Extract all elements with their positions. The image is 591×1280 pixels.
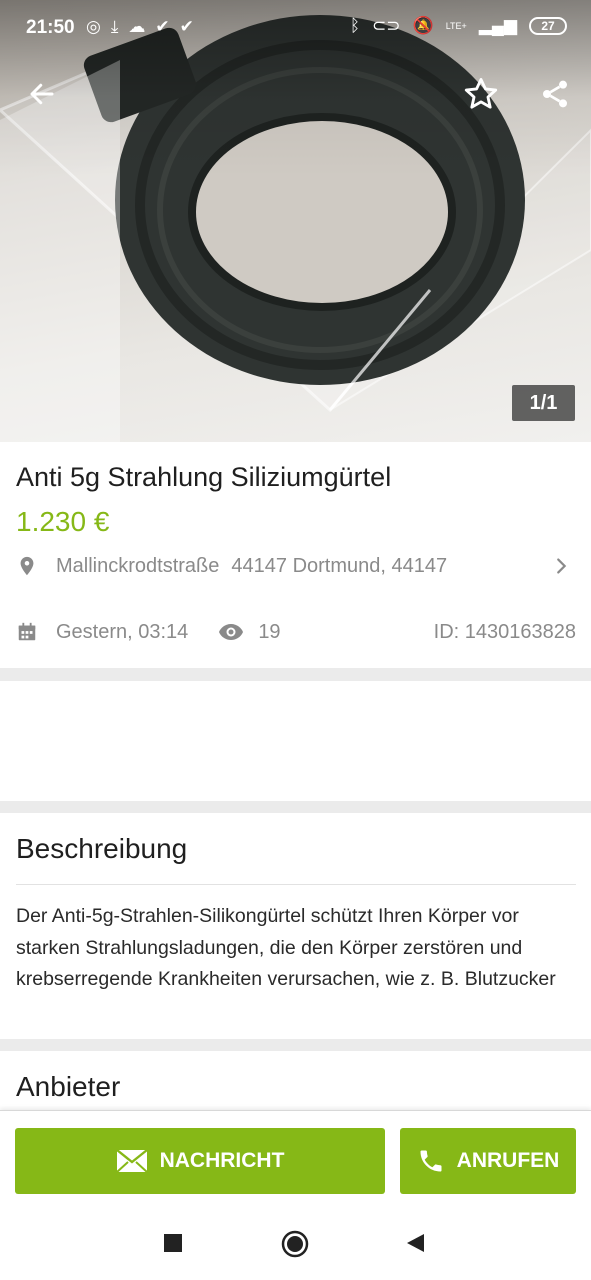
location-city: 44147 Dortmund, 44147 [231, 554, 448, 577]
phone-icon [420, 1150, 442, 1172]
share-button[interactable] [533, 72, 577, 116]
call-button-label: ANRUFEN [456, 1149, 560, 1172]
listing-image[interactable]: 21:50 ◎ ⤓ ☁ ✔ ✔ ᛒ ⊂⊃ 🔕 LTE+ ▂▄▆ 27 1/1 [0, 0, 591, 442]
status-bar: 21:50 ◎ ⤓ ☁ ✔ ✔ ᛒ ⊂⊃ 🔕 LTE+ ▂▄▆ 27 [0, 0, 591, 56]
status-time: 21:50 [26, 17, 75, 38]
listing-date: Gestern, 03:14 [56, 620, 189, 643]
seller-heading: Anbieter [16, 1071, 121, 1102]
download-icon: ⤓ [110, 17, 119, 36]
eye-icon [219, 624, 244, 640]
description-text: Der Anti-5g-Strahlen-Silikongürtel schüt… [16, 905, 556, 990]
message-button-label: NACHRICHT [159, 1149, 285, 1172]
map-pin-icon [20, 556, 34, 576]
location-street: Mallinckrodtstraße [56, 554, 220, 577]
listing-price: 1.230 € [16, 506, 110, 537]
calendar-icon [18, 622, 36, 641]
check-icon: ✔ [155, 17, 170, 36]
back-button[interactable] [20, 72, 64, 116]
divider [16, 884, 576, 885]
bell-off-icon: 🔕 [412, 16, 434, 35]
listing-meta-row: Gestern, 03:14 19 ID: 1430163828 [16, 616, 576, 648]
notification-icons: ◎ ⤓ ☁ ✔ ✔ [86, 17, 194, 37]
system-nav-bar [0, 1210, 591, 1280]
ad-placeholder [0, 681, 591, 801]
view-count: 19 [258, 620, 281, 643]
share-icon [543, 80, 567, 108]
envelope-icon [115, 1149, 148, 1173]
battery-indicator: 27 [529, 17, 567, 35]
bluetooth-icon: ᛒ [349, 16, 361, 35]
contact-action-bar: NACHRICHT ANRUFEN [0, 1110, 591, 1210]
call-button[interactable]: ANRUFEN [400, 1128, 576, 1194]
star-outline-icon [464, 78, 498, 109]
back-nav-button[interactable] [404, 1232, 426, 1254]
network-label: LTE+ [445, 21, 467, 31]
views-group: 19 [218, 620, 281, 644]
home-button[interactable] [281, 1230, 309, 1258]
toggle-icon: ⊂⊃ [372, 16, 401, 35]
listing-info-card: Anti 5g Strahlung Siliziumgürtel 1.230 €… [0, 442, 591, 668]
listing-id: ID: 1430163828 [433, 620, 576, 643]
signal-icon: ▂▄▆ [478, 16, 517, 35]
app-badge-icon: ◎ [86, 17, 101, 36]
description-heading: Beschreibung [16, 833, 188, 864]
cloud-icon: ☁ [128, 17, 146, 36]
favorite-button[interactable] [459, 72, 503, 116]
arrow-left-icon [30, 83, 54, 105]
system-icons: ᛒ ⊂⊃ 🔕 LTE+ ▂▄▆ 27 [350, 16, 567, 36]
location-row[interactable]: Mallinckrodtstraße 44147 Dortmund, 44147 [16, 550, 576, 582]
message-button[interactable]: NACHRICHT [15, 1128, 385, 1194]
listing-title: Anti 5g Strahlung Siliziumgürtel [16, 462, 392, 492]
seller-section: Anbieter [0, 1051, 591, 1111]
chevron-right-icon [557, 558, 567, 574]
check-icon: ✔ [179, 17, 194, 36]
circle-icon [281, 1230, 309, 1258]
image-counter: 1/1 [512, 385, 575, 421]
triangle-back-icon [407, 1234, 424, 1252]
recents-button[interactable] [162, 1232, 184, 1254]
description-section: Beschreibung Der Anti-5g-Strahlen-Siliko… [0, 813, 591, 1039]
hero-shade [0, 0, 591, 442]
square-icon [164, 1234, 182, 1252]
